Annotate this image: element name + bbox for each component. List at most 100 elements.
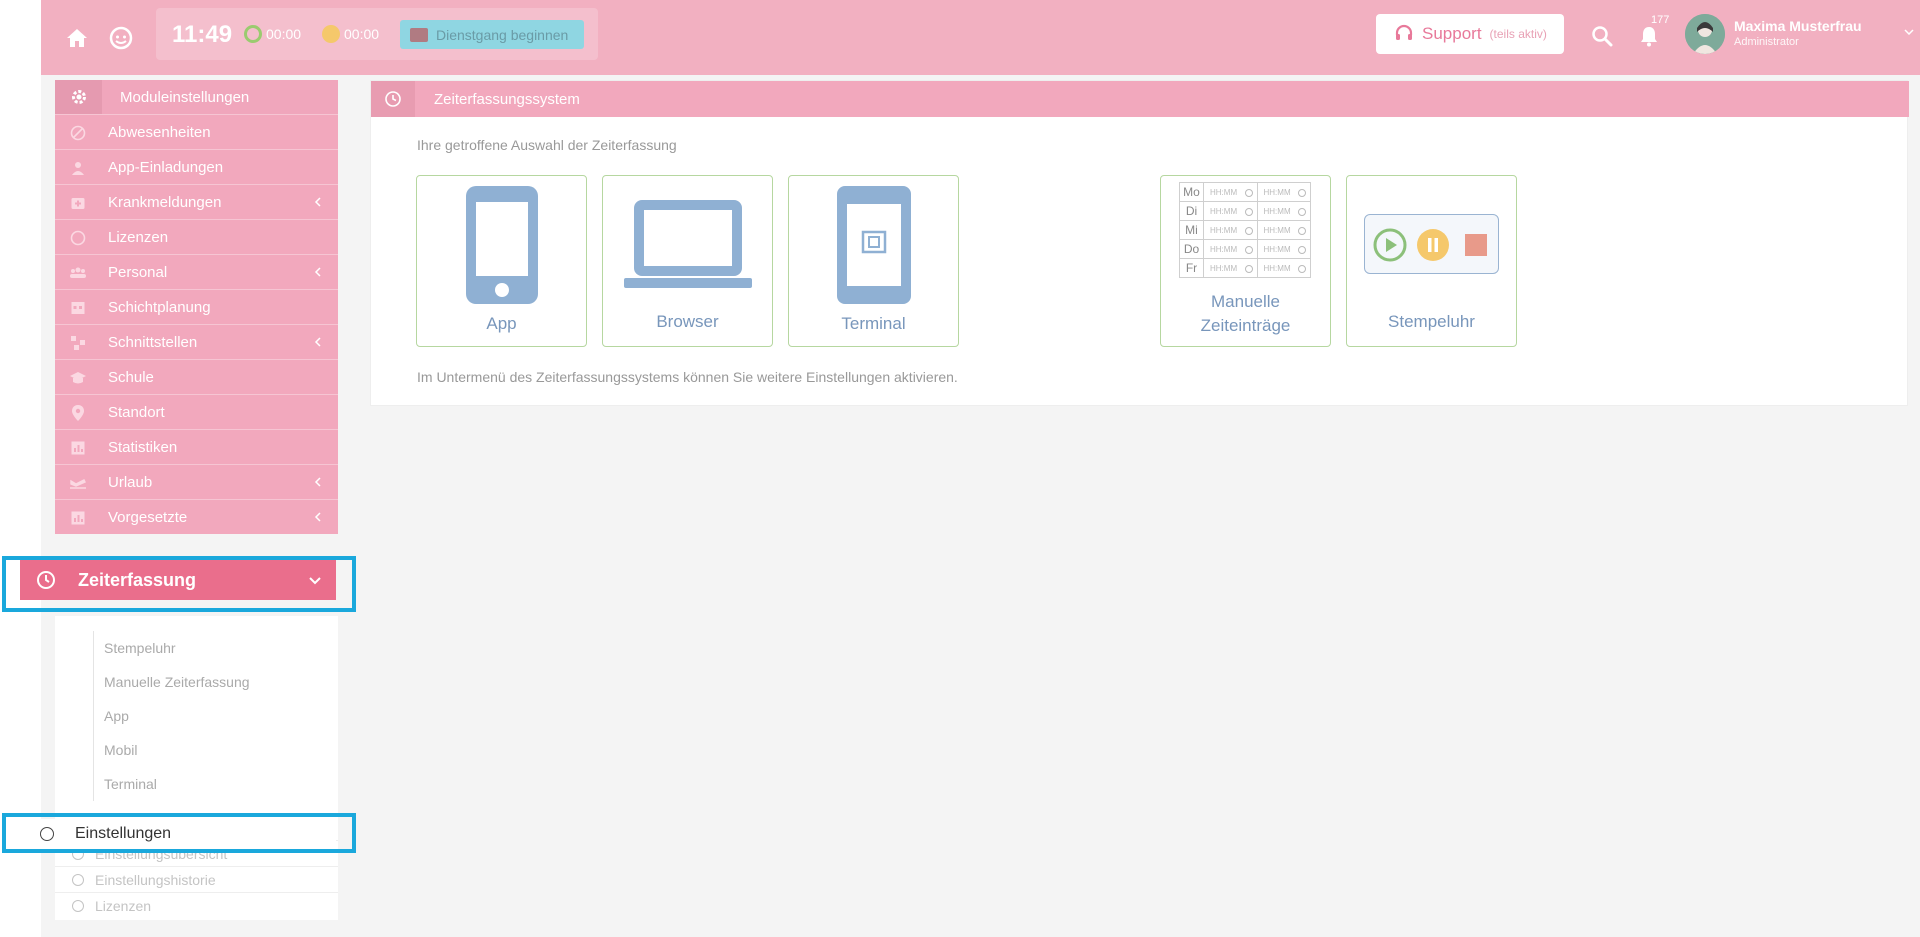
sidebar-item-label: Lizenzen [108,228,169,246]
time-slot: HH:MM [1256,239,1311,259]
highlight-frame-zeiterfassung [2,556,356,612]
sidebar-item-schule[interactable]: Schule [55,359,338,394]
sidebar-item-urlaub[interactable]: Urlaub [55,464,338,499]
left-strip [0,0,41,937]
sidebar-item-label: Urlaub [108,473,153,491]
business-trip-button[interactable]: Dienstgang beginnen [400,20,584,49]
work-timer[interactable]: 00:00 [244,25,301,43]
chart-icon [69,439,87,457]
stamp-controls [1364,214,1499,274]
medical-icon [69,194,87,212]
submenu-item-mobil[interactable]: Mobil [94,733,338,767]
panel-header: Zeiterfassungssystem [371,81,1909,117]
ban-icon [69,124,87,142]
stop-icon [1465,234,1487,256]
gear-icon [55,80,102,114]
sidebar-item-lizenzen[interactable]: Lizenzen [55,219,338,254]
headset-icon [1395,24,1413,40]
submenu-item-einstellungshistorie[interactable]: Einstellungshistorie [55,866,338,892]
submenu-item-label: Lizenzen [95,897,152,914]
weekday-label: Mo [1179,182,1204,202]
chevron-down-icon[interactable] [1903,26,1915,38]
sidebar-item-app-einladungen[interactable]: App-Einladungen [55,149,338,184]
sidebar-item-statistiken[interactable]: Statistiken [55,429,338,464]
weekday-label: Mi [1179,220,1204,240]
weekday-label: Di [1179,201,1204,221]
option-card-manual[interactable]: Mo HH:MM HH:MM Di HH:MM HH:MM Mi HH:MM HH:MM D… [1160,175,1331,347]
home-icon[interactable] [61,22,93,54]
circle-icon [72,874,84,886]
highlight-frame-einstellungen [2,813,356,853]
submenu-item-terminal[interactable]: Terminal [94,767,338,801]
face-icon[interactable] [105,22,137,54]
play-icon [244,25,262,43]
time-system-panel: Zeiterfassungssystem Ihre getroffene Aus… [370,80,1909,406]
notification-badge: 177 [1651,14,1670,26]
submenu-item-manuelle-zeiterfassung[interactable]: Manuelle Zeiterfassung [94,665,338,699]
support-label: Support [1422,24,1482,43]
zeiterfassung-submenu: Stempeluhr Manuelle Zeiterfassung App Mo… [55,616,338,920]
submenu-item-app[interactable]: App [94,699,338,733]
option-card-app[interactable]: App [416,175,587,347]
time-slot: HH:MM [1203,182,1258,202]
user-name[interactable]: Maxima Musterfrau [1734,18,1862,34]
option-card-terminal[interactable]: Terminal [788,175,959,347]
circle-icon [72,900,84,912]
sidebar-item-label: Vorgesetzte [108,508,188,526]
sidebar-item-schnittstellen[interactable]: Schnittstellen [55,324,338,359]
search-icon[interactable] [1586,20,1618,52]
app-root: 11:49 00:00 00:00 Dienstgang beginnen Su… [0,0,1920,937]
chevron-left-icon [312,266,324,278]
sidebar-item-label: Schule [108,368,154,386]
sidebar-item-abwesenheiten[interactable]: Abwesenheiten [55,114,338,149]
sidebar-item-schichtplanung[interactable]: Schichtplanung [55,289,338,324]
business-trip-label: Dienstgang beginnen [436,26,569,43]
option-card-label: Browser [656,312,719,331]
option-card-label: Stempeluhr [1388,312,1475,331]
option-card-label: App [486,314,517,333]
option-card-label-line2: Zeiteinträge [1200,316,1291,335]
submenu-item-lizenzen[interactable]: Lizenzen [55,892,338,918]
chevron-left-icon [312,476,324,488]
pause-icon [322,25,340,43]
time-slot: HH:MM [1203,201,1258,221]
sidebar-item-label: Standort [108,403,165,421]
sidebar-item-krankmeldungen[interactable]: Krankmeldungen [55,184,338,219]
avatar[interactable] [1685,14,1725,54]
break-timer[interactable]: 00:00 [322,25,379,43]
clock-icon [371,81,415,117]
circle-icon [69,229,87,247]
weekday-table: Mo HH:MM HH:MM Di HH:MM HH:MM Mi HH:MM HH:MM D… [1179,182,1311,278]
sidebar-title: Moduleinstellungen [120,88,250,106]
sidebar-header: Moduleinstellungen [55,80,338,114]
support-button[interactable]: Support (teils aktiv) [1376,14,1564,54]
sidebar-item-label: Abwesenheiten [108,123,211,141]
time-slot: HH:MM [1203,239,1258,259]
sidebar-item-standort[interactable]: Standort [55,394,338,429]
sidebar-item-personal[interactable]: Personal [55,254,338,289]
option-card-stempeluhr[interactable]: Stempeluhr [1346,175,1517,347]
time-slot: HH:MM [1256,258,1311,278]
graduation-icon [69,369,87,387]
time-tracking-box: 11:49 00:00 00:00 Dienstgang beginnen [156,8,598,60]
selection-label: Ihre getroffene Auswahl der Zeiterfassun… [417,137,677,153]
sidebar-item-vorgesetzte[interactable]: Vorgesetzte [55,499,338,534]
submenu-item-stempeluhr[interactable]: Stempeluhr [94,631,338,665]
briefcase-icon [410,27,428,42]
break-timer-value: 00:00 [344,26,380,42]
sidebar: Moduleinstellungen Abwesenheiten App-Ein… [55,80,338,534]
sidebar-item-label: Schnittstellen [108,333,198,351]
sidebar-item-label: Statistiken [108,438,178,456]
chevron-left-icon [312,196,324,208]
option-card-browser[interactable]: Browser [602,175,773,347]
time-slot: HH:MM [1203,258,1258,278]
pin-icon [69,404,87,422]
option-card-label-line1: Manuelle [1211,292,1280,311]
time-slot: HH:MM [1256,220,1311,240]
sidebar-item-label: Krankmeldungen [108,193,222,211]
time-slot: HH:MM [1256,201,1311,221]
option-card-label: Manuelle Zeiteinträge [1161,290,1330,338]
user-role: Administrator [1734,36,1799,48]
chevron-left-icon [312,511,324,523]
time-slot: HH:MM [1203,220,1258,240]
